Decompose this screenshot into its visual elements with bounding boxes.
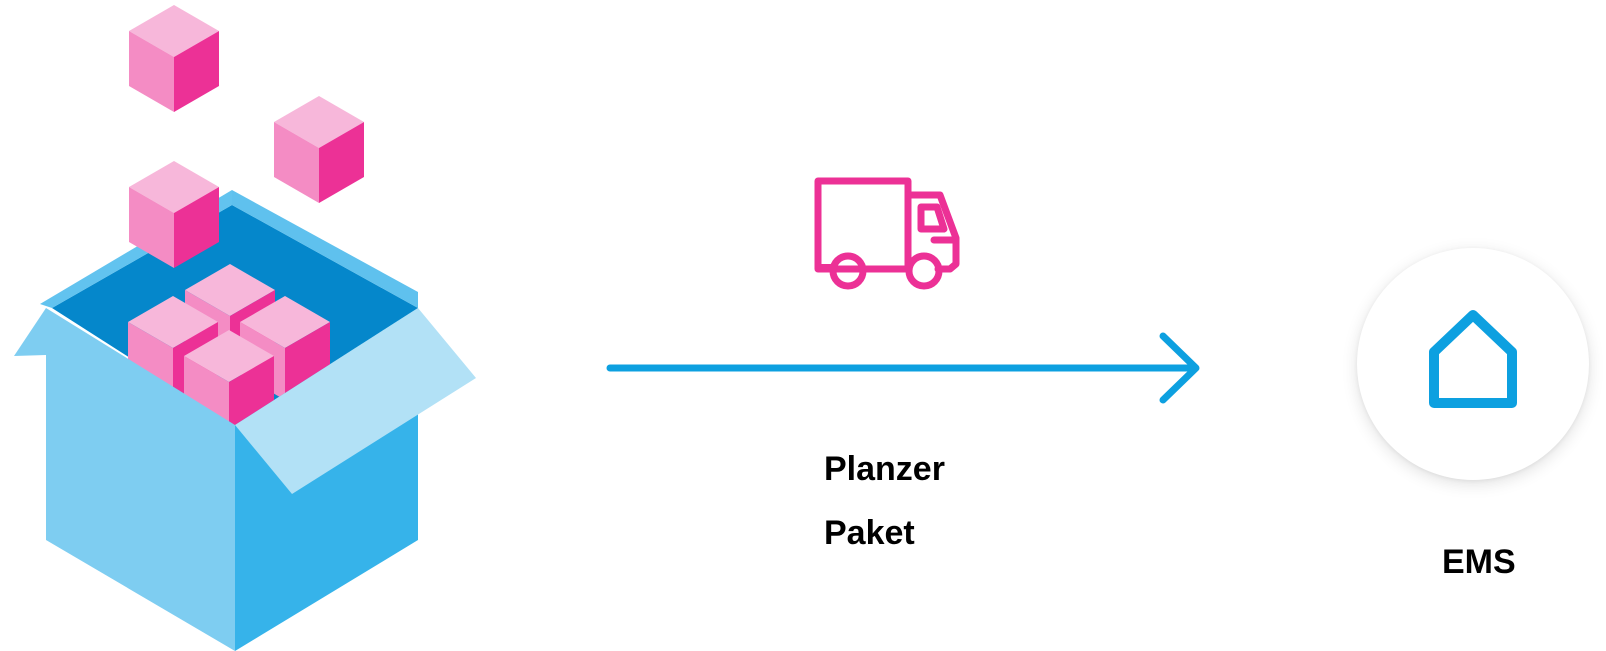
delivery-truck-icon (814, 177, 960, 290)
transport-label-paket: Paket (824, 514, 915, 552)
open-box-with-cubes-icon (14, 5, 476, 651)
transport-label-planzer: Planzer (824, 450, 945, 488)
ems-target-circle (1357, 248, 1589, 480)
target-label-ems: EMS (1442, 543, 1516, 581)
home-icon (1429, 310, 1517, 408)
box-left-flap (14, 308, 46, 356)
floating-cube (129, 5, 219, 112)
right-arrow-icon (606, 332, 1200, 404)
floating-cube (274, 96, 364, 203)
